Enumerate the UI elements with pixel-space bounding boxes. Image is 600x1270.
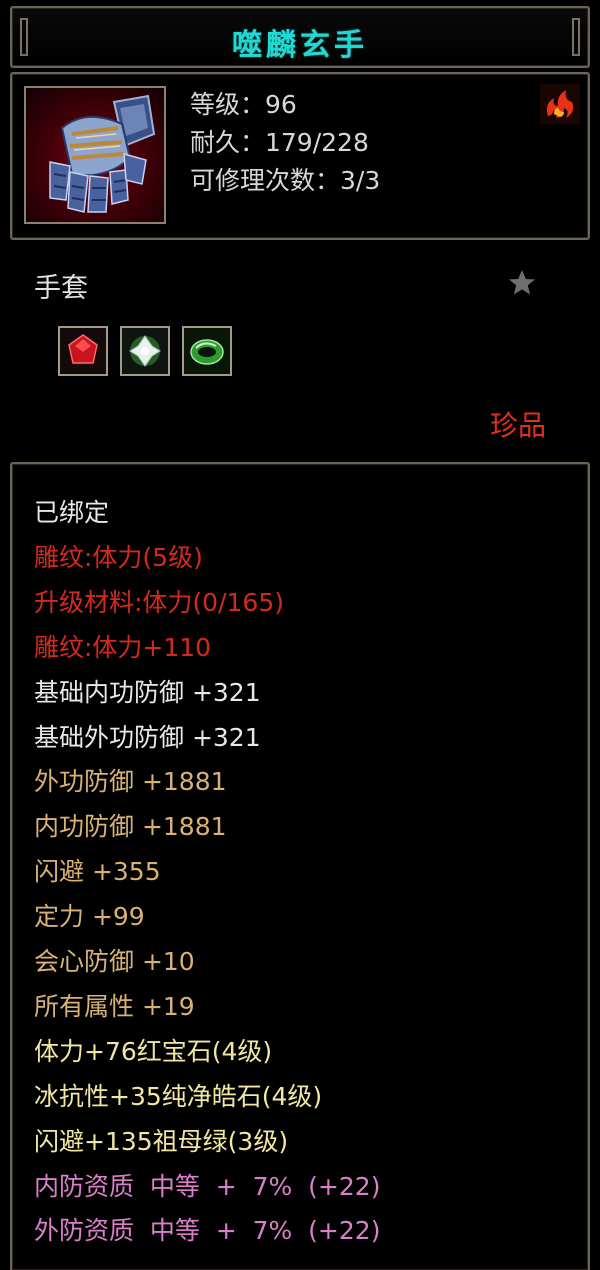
item-type: 手套 xyxy=(34,273,88,304)
diamond-gem-slot[interactable] xyxy=(120,326,170,376)
item-stats: 等级：96 耐久：179/228 可修理次数：3/3 xyxy=(190,86,380,200)
emerald-gem-slot[interactable] xyxy=(182,326,232,376)
star-icon[interactable] xyxy=(507,268,537,298)
attribute-line: 雕纹:体力(5级) xyxy=(34,543,203,572)
item-header-panel: 等级：96 耐久：179/228 可修理次数：3/3 xyxy=(10,72,590,240)
attribute-line: 体力+76红宝石(4级) xyxy=(34,1037,273,1066)
attribute-line: 所有属性 +19 xyxy=(34,992,195,1021)
attribute-line: 闪避+135祖母绿(3级) xyxy=(34,1127,289,1156)
attribute-line: 闪避 +355 xyxy=(34,857,161,886)
attribute-line: 定力 +99 xyxy=(34,902,145,931)
repair-count-stat: 可修理次数：3/3 xyxy=(190,166,381,195)
attribute-line: 已绑定 xyxy=(34,498,110,527)
attribute-line: 外防资质 中等 + 7% (+22) xyxy=(34,1216,381,1245)
attribute-line: 雕纹:体力+110 xyxy=(34,633,212,662)
flame-icon xyxy=(540,84,580,124)
attribute-line: 内防资质 中等 + 7% (+22) xyxy=(34,1172,381,1201)
attribute-line: 外功防御 +1881 xyxy=(34,767,227,796)
attribute-line: 升级材料:体力(0/165) xyxy=(34,588,284,617)
rarity-label: 珍品 xyxy=(490,409,547,442)
gauntlet-icon xyxy=(24,86,166,224)
attribute-line: 基础外功防御 +321 xyxy=(34,723,261,752)
ruby-gem-slot[interactable] xyxy=(58,326,108,376)
attribute-line: 会心防御 +10 xyxy=(34,947,195,976)
attribute-line: 基础内功防御 +321 xyxy=(34,678,261,707)
item-name: 噬麟玄手 xyxy=(232,28,368,63)
title-ornament-right xyxy=(572,18,580,56)
diamond-gem-icon xyxy=(122,328,168,374)
level-stat: 等级：96 xyxy=(190,90,297,119)
emerald-gem-icon xyxy=(184,328,230,374)
durability-stat: 耐久：179/228 xyxy=(190,128,369,157)
attribute-line: 内功防御 +1881 xyxy=(34,812,227,841)
title-bar: 噬麟玄手 xyxy=(10,6,590,68)
attribute-line: 冰抗性+35纯净皓石(4级) xyxy=(34,1082,323,1111)
ruby-gem-icon xyxy=(60,328,106,374)
